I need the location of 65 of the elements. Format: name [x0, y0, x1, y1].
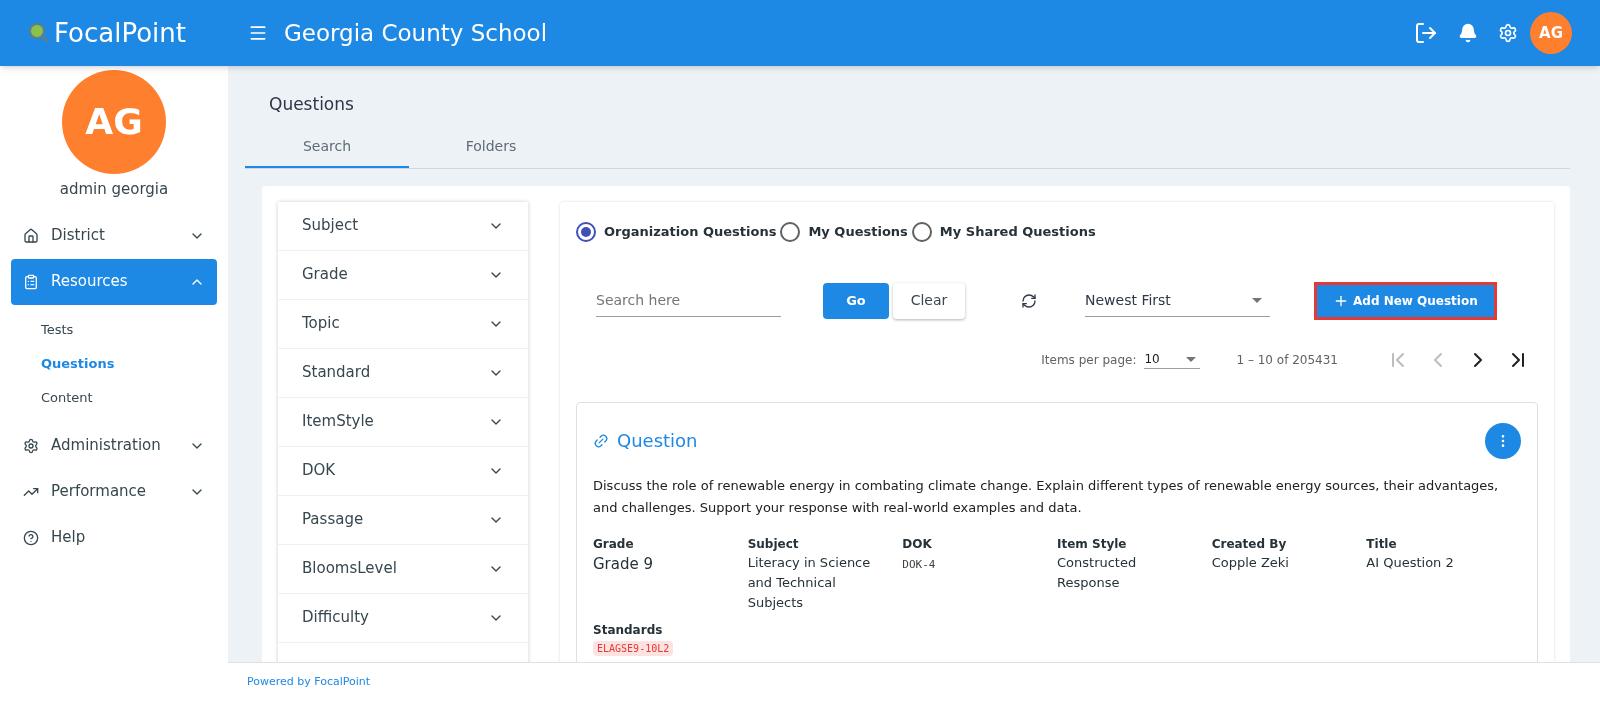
question-title[interactable]: Question: [617, 427, 698, 454]
field-value: DOK-4: [902, 556, 937, 573]
field-label: Created By: [1211, 535, 1288, 553]
field-value: Literacy in Science and Technical Subjects: [747, 553, 872, 612]
footer-text: Powered by FocalPoint: [247, 674, 371, 691]
scope-radio[interactable]: My Shared Questions: [911, 221, 1096, 242]
scope-radio[interactable]: Organization Questions: [576, 221, 777, 242]
filter-accordion[interactable]: DOK: [278, 446, 528, 496]
menu-icon[interactable]: [248, 23, 268, 43]
dropdown-caret-icon: [1186, 356, 1197, 362]
field-label: Grade: [593, 535, 635, 553]
nav-item[interactable]: District: [11, 212, 217, 259]
filter-accordion[interactable]: Standard: [278, 348, 528, 398]
logout-icon[interactable]: [1414, 21, 1438, 45]
nav-subitem[interactable]: Questions: [41, 346, 228, 381]
field-value: Constructed Response: [1057, 553, 1138, 592]
filter-accordion[interactable]: Subject: [278, 201, 528, 251]
filter-accordion[interactable]: ItemStyle: [278, 397, 528, 447]
help-icon: [23, 529, 39, 546]
standard-tag: ELAGSE9-10L2: [593, 640, 674, 656]
nav-item[interactable]: Administration: [11, 422, 217, 469]
page-range: 1 – 10 of 205431: [1236, 351, 1338, 369]
scope-radio[interactable]: My Questions: [780, 221, 908, 242]
home-icon: [23, 227, 39, 244]
field-value: AI Question 2: [1366, 553, 1455, 572]
filter-accordion[interactable]: BloomsLevel: [278, 544, 528, 594]
standards-label: Standards: [593, 621, 664, 639]
filter-accordion[interactable]: Passage: [278, 495, 528, 545]
add-question-button[interactable]: Add New Question: [1317, 284, 1494, 317]
logo-text: FocalPoint: [54, 16, 186, 50]
refresh-icon[interactable]: [1021, 292, 1037, 309]
user-name: admin georgia: [59, 179, 169, 200]
field-value: Grade 9: [593, 553, 655, 575]
profile-avatar: AG: [62, 70, 166, 174]
go-button[interactable]: Go: [823, 282, 889, 319]
nav-subitem[interactable]: Tests: [41, 312, 228, 347]
nav-item[interactable]: Resources: [11, 258, 217, 305]
page-title: Questions: [269, 93, 355, 116]
dropdown-caret-icon: [1252, 297, 1262, 303]
settings-icon[interactable]: [1498, 23, 1518, 43]
nav-item[interactable]: Help: [11, 514, 217, 561]
tab[interactable]: Folders: [409, 127, 573, 168]
school-title: Georgia County School: [284, 18, 548, 48]
settings-icon: [23, 437, 39, 454]
field-label: Title: [1366, 535, 1398, 553]
magnifier-logo-icon: [28, 22, 50, 44]
filter-accordion[interactable]: Difficulty: [278, 593, 528, 643]
field-value: Copple Zeki: [1211, 553, 1290, 572]
more-options-button[interactable]: [1485, 422, 1521, 459]
items-per-page-select[interactable]: 10: [1144, 350, 1201, 369]
items-per-page-label: Items per page:: [1041, 351, 1137, 369]
field-label: Subject: [747, 535, 800, 553]
nav-item[interactable]: Performance: [11, 468, 217, 515]
tab[interactable]: Search: [245, 127, 409, 168]
clear-button[interactable]: Clear: [893, 282, 965, 319]
field-label: DOK: [902, 535, 933, 553]
question-text: Discuss the role of renewable energy in combating climate change. Explain different types of renewable energy sources, their advantages, and challenges. Support your response with real-world examples and data.: [593, 476, 1500, 517]
filter-accordion[interactable]: Grade: [278, 250, 528, 300]
sort-select[interactable]: Newest First: [1085, 284, 1270, 317]
clipboard-icon: [23, 273, 39, 290]
notification-icon[interactable]: [1458, 23, 1478, 43]
nav-subitem[interactable]: Content: [41, 380, 228, 415]
filter-accordion[interactable]: Topic: [278, 299, 528, 349]
search-field[interactable]: Search here: [596, 284, 781, 317]
field-label: Item Style: [1057, 535, 1128, 553]
